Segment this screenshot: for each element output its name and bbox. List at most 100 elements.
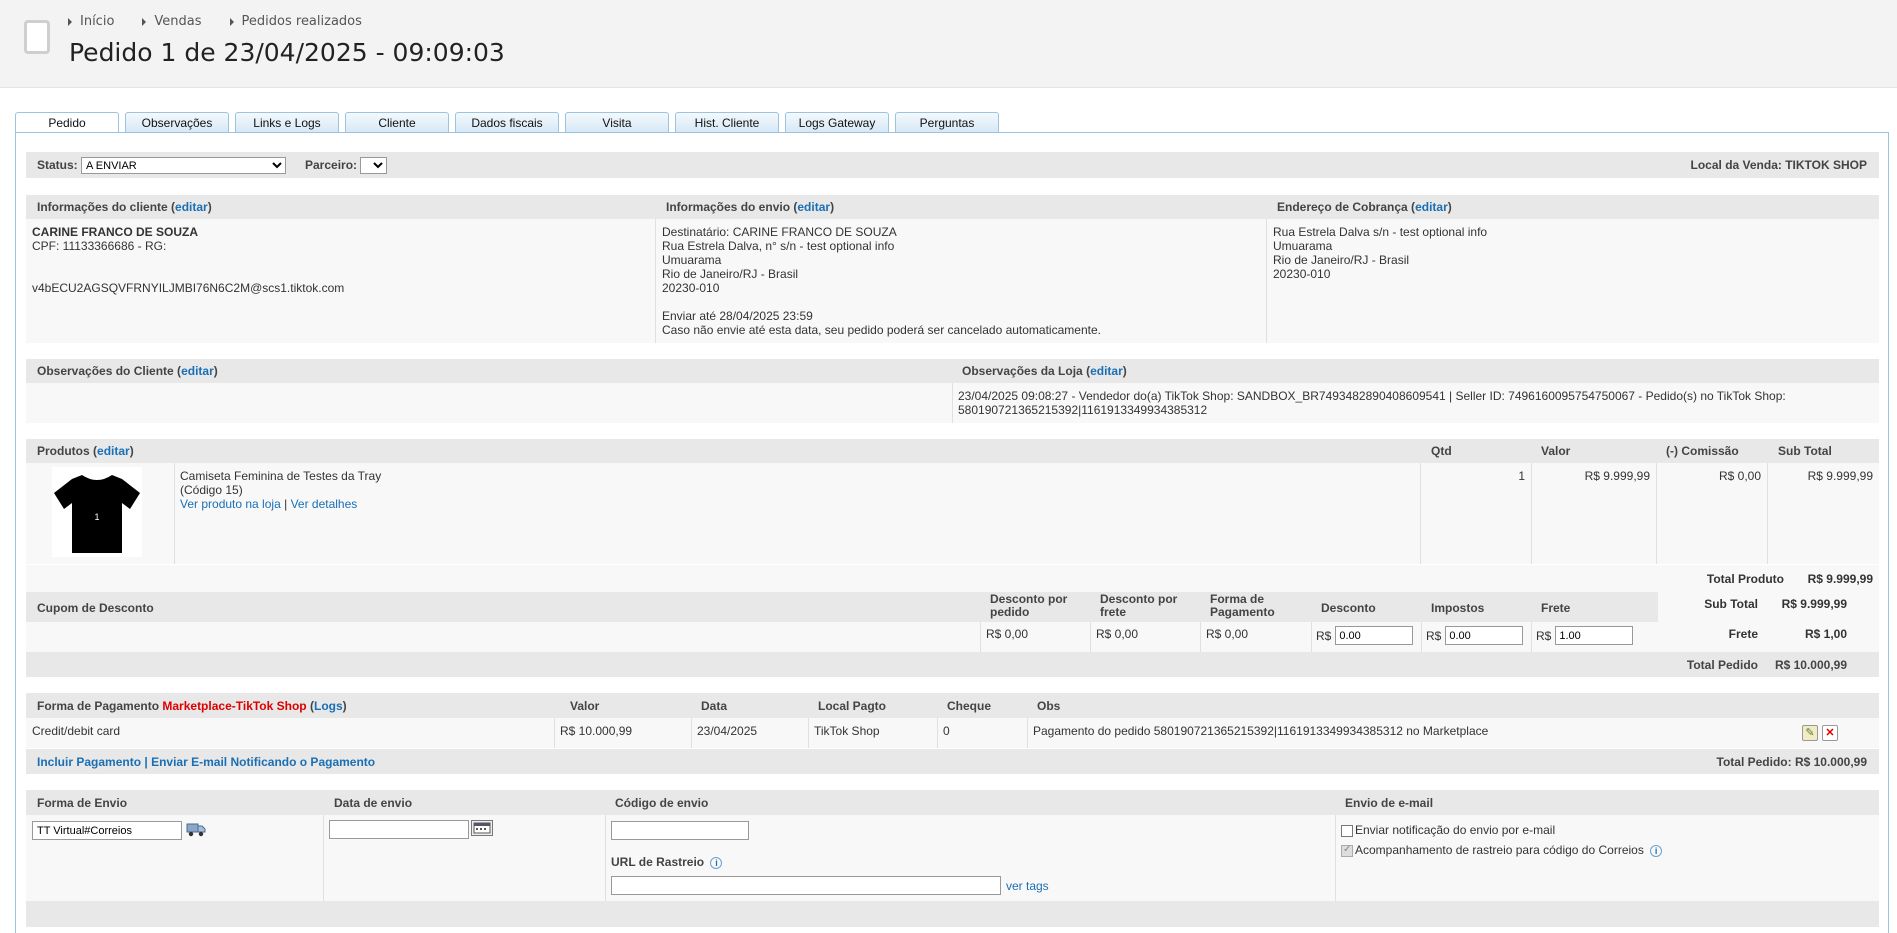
col-ship-email: Envio de e-mail [1345,796,1434,810]
client-obs-title: Observações do Cliente (editar) [37,364,218,378]
edit-client-link[interactable]: editar [175,200,208,214]
tab-visita[interactable]: Visita [565,112,669,133]
shipping-date-input[interactable] [329,820,469,839]
products-header-row: Produtos (editar) Qtd Valor (-) Comissão… [26,439,1879,463]
tab-links-logs[interactable]: Links e Logs [235,112,339,133]
add-payment-link[interactable]: Incluir Pagamento [37,755,141,769]
notify-payment-link[interactable]: Enviar E-mail Notificando o Pagamento [151,755,375,769]
tab-perguntas[interactable]: Perguntas [895,112,999,133]
pay-cheque: 0 [943,724,950,738]
breadcrumb-label: Vendas [154,14,202,29]
col-frete: Frete [1541,601,1571,615]
col-pay-data: Data [701,699,728,713]
discount-header-row: Cupom de Desconto Desconto por pedido Des… [26,592,1658,622]
tab-observacoes[interactable]: Observações [125,112,229,133]
col-payment-method: Forma de Pagamento [1210,592,1275,619]
info-body: CARINE FRANCO DE SOUZA CPF: 11133366686 … [26,219,1879,343]
discount-order-value: R$ 0,00 [986,627,1029,641]
payment-row: Credit/debit card R$ 10.000,99 23/04/202… [26,718,1879,748]
payment-logs-link[interactable]: Logs [314,699,343,713]
col-comissao: (-) Comissão [1666,444,1739,458]
tracking-url-label-wrap: URL de Rastreio i [611,855,723,869]
breadcrumb-item-vendas[interactable]: Vendas [142,14,202,29]
tab-pedido[interactable]: Pedido [15,112,119,134]
page-title: Pedido 1 de 23/04/2025 - 09:09:03 [69,38,505,67]
shipping-info-block: Destinatário: CARINE FRANCO DE SOUZA Rua… [662,225,1101,337]
col-qtd: Qtd [1431,444,1452,458]
shipping-info-title: Informações do envio (editar) [666,200,835,214]
product-row: 1 Camiseta Feminina de Testes da Tray (C… [26,463,1879,564]
store-obs-text: 23/04/2025 09:08:27 - Vendedor do(a) Tik… [958,389,1786,417]
edit-products-link[interactable]: editar [97,444,130,458]
currency-label: R$ [1536,628,1552,643]
billing-city: Rio de Janeiro/RJ - Brasil [1273,253,1410,267]
client-doc: CPF: 11133366686 - RG: [32,239,167,253]
tracking-follow-label: Acompanhamento de rastreio para código d… [1355,843,1644,857]
delete-payment-icon[interactable]: ✕ [1822,725,1838,741]
col-ship-forma: Forma de Envio [37,796,128,810]
breadcrumb-label: Início [80,14,115,29]
status-select[interactable]: A ENVIAR [81,157,286,174]
tab-logs-gateway[interactable]: Logs Gateway [785,112,889,133]
store-obs-title: Observações da Loja (editar) [962,364,1127,378]
page-icon [24,20,50,54]
shipping-form-header: Forma de Envio Data de envio Código de e… [26,790,1879,815]
tracking-follow-checkbox [1341,844,1353,857]
freight-input[interactable] [1555,626,1634,645]
breadcrumb-item-pedidos[interactable]: Pedidos realizados [229,14,362,29]
partner-select[interactable] [360,157,387,174]
tab-hist-cliente[interactable]: Hist. Cliente [675,112,779,133]
info-icon[interactable]: i [1650,844,1663,857]
edit-payment-icon[interactable]: ✎ [1802,725,1818,741]
product-qtd: 1 [1518,469,1525,483]
view-product-store-link[interactable]: Ver produto na loja [180,497,281,511]
view-tags-link[interactable]: ver tags [1006,879,1049,893]
view-details-link[interactable]: Ver detalhes [291,497,358,511]
product-code: (Código 15) [180,483,243,497]
tracking-code-input[interactable] [611,821,749,840]
tab-dados-fiscais[interactable]: Dados fiscais [455,112,559,133]
pay-forma: Credit/debit card [32,724,121,738]
info-header-row: Informações do cliente (editar) Informaç… [26,195,1879,219]
product-subtotal: R$ 9.999,99 [1807,469,1873,483]
col-ship-codigo: Código de envio [615,796,709,810]
link-separator: | [144,755,148,769]
obs-body: 23/04/2025 09:08:27 - Vendedor do(a) Tik… [26,383,1879,423]
truck-icon[interactable] [186,820,206,838]
caret-right-icon [142,17,147,26]
client-name: CARINE FRANCO DE SOUZA [32,225,199,239]
info-icon[interactable]: i [710,856,723,869]
tracking-follow-option: Acompanhamento de rastreio para código d… [1341,843,1663,857]
products-title: Produtos (editar) [37,444,134,458]
page-header: Início Vendas Pedidos realizados Pedido … [0,0,1897,88]
notify-shipping-checkbox[interactable] [1341,824,1353,837]
edit-billing-link[interactable]: editar [1415,200,1448,214]
total-product-row: Total Produto R$ 9.999,99 [26,565,1879,592]
breadcrumb-item-inicio[interactable]: Início [68,14,114,29]
edit-client-obs-link[interactable]: editar [181,364,214,378]
subtotal-box: Sub Total R$ 9.999,99 Frete R$ 1,00 [1658,592,1879,652]
notify-shipping-option[interactable]: Enviar notificação do envio por e-mail [1341,823,1555,837]
tracking-url-input[interactable] [611,876,1001,895]
edit-store-obs-link[interactable]: editar [1090,364,1123,378]
total-order-row: Total Pedido R$ 10.000,99 [26,652,1879,677]
shipping-method-input[interactable] [32,821,182,840]
edit-shipping-link[interactable]: editar [797,200,830,214]
billing-district: Umuarama [1273,239,1333,253]
breadcrumb-label: Pedidos realizados [241,14,362,29]
payment-title: Forma de Pagamento Marketplace-TikTok Sh… [37,699,347,713]
tab-cliente[interactable]: Cliente [345,112,449,133]
discount-input[interactable] [1335,626,1414,645]
calendar-icon[interactable] [471,820,493,836]
product-valor: R$ 9.999,99 [1584,469,1650,483]
taxes-input[interactable] [1445,626,1524,645]
product-comissao: R$ 0,00 [1718,469,1761,483]
product-image[interactable]: 1 [52,467,142,557]
col-pay-local: Local Pagto [818,699,887,713]
store-obs-line: 580190721365215392|1161913349934385312 [958,403,1208,417]
total-product-value: R$ 9.999,99 [1807,572,1873,586]
obs-header-row: Observações do Cliente (editar) Observaç… [26,359,1879,383]
shipping-recipient: Destinatário: CARINE FRANCO DE SOUZA [662,225,897,239]
col-desconto: Desconto [1321,601,1376,615]
subtotal-value: R$ 9.999,99 [1781,597,1847,611]
